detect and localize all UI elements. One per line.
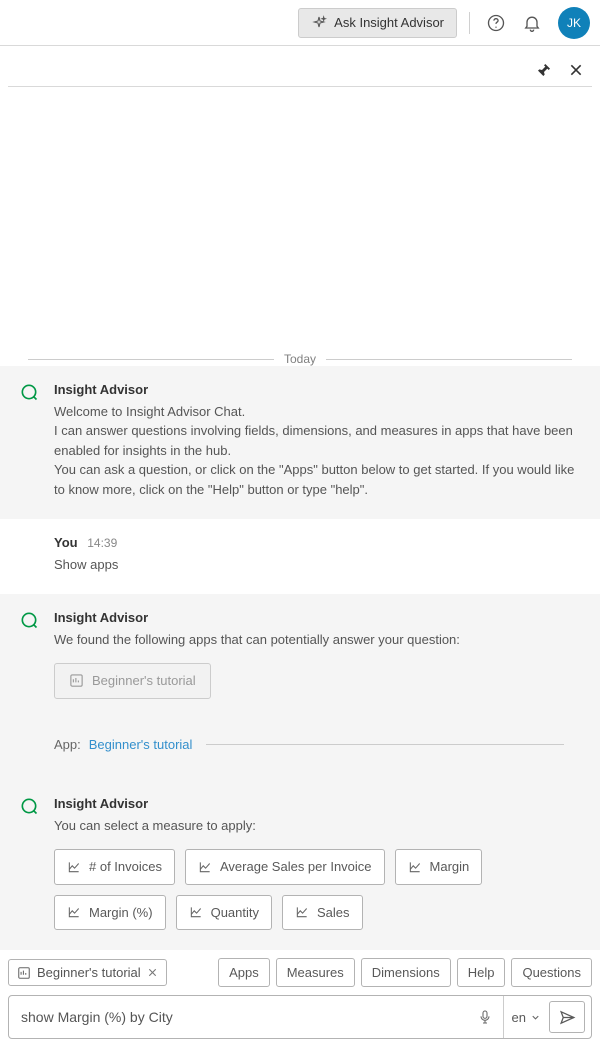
- input-panel: Beginner's tutorial Apps Measures Dimens…: [0, 950, 600, 1047]
- dimensions-button[interactable]: Dimensions: [361, 958, 451, 987]
- measure-icon: [198, 860, 212, 874]
- app-chip-label: Beginner's tutorial: [92, 671, 196, 691]
- app-icon: [17, 966, 31, 980]
- app-context-link[interactable]: Beginner's tutorial: [89, 735, 193, 755]
- measure-chip[interactable]: Margin: [395, 849, 483, 885]
- measure-chip[interactable]: Sales: [282, 895, 363, 931]
- mic-icon: [477, 1009, 493, 1025]
- date-divider: Today: [28, 352, 572, 366]
- send-icon: [559, 1009, 576, 1026]
- message-sender: Insight Advisor: [54, 380, 582, 400]
- chat-scroll[interactable]: Today Insight Advisor Welcome to Insight…: [0, 87, 600, 950]
- ask-insight-advisor-button[interactable]: Ask Insight Advisor: [298, 8, 457, 38]
- chevron-down-icon: [530, 1012, 541, 1023]
- message-line: Welcome to Insight Advisor Chat.: [54, 402, 582, 422]
- language-select[interactable]: en: [503, 996, 549, 1038]
- advisor-message: Insight Advisor You can select a measure…: [0, 784, 600, 950]
- message-sender: You 14:39: [54, 533, 582, 553]
- quick-actions: Apps Measures Dimensions Help Questions: [218, 958, 592, 987]
- measure-icon: [408, 860, 422, 874]
- measure-icon: [189, 905, 203, 919]
- app-chip[interactable]: Beginner's tutorial: [54, 663, 211, 699]
- send-button[interactable]: [549, 1001, 585, 1033]
- measure-label: Average Sales per Invoice: [220, 857, 372, 877]
- advisor-message: Insight Advisor Welcome to Insight Advis…: [0, 366, 600, 519]
- message-sender: Insight Advisor: [54, 794, 582, 814]
- message-line: I can answer questions involving fields,…: [54, 421, 582, 460]
- message-timestamp: 14:39: [87, 536, 117, 550]
- measure-chips: # of Invoices Average Sales per Invoice …: [54, 849, 582, 930]
- close-icon[interactable]: [566, 60, 586, 80]
- measure-chip[interactable]: Quantity: [176, 895, 272, 931]
- measure-icon: [295, 905, 309, 919]
- date-label: Today: [284, 352, 316, 366]
- ask-button-label: Ask Insight Advisor: [334, 15, 444, 30]
- topbar: Ask Insight Advisor JK: [0, 0, 600, 46]
- advisor-avatar-icon: [18, 608, 40, 630]
- measure-label: # of Invoices: [89, 857, 162, 877]
- advisor-avatar-icon: [18, 794, 40, 816]
- avatar[interactable]: JK: [558, 7, 590, 39]
- avatar-initials: JK: [567, 16, 581, 30]
- input-row: en: [8, 995, 592, 1039]
- context-app-chip[interactable]: Beginner's tutorial: [8, 959, 167, 986]
- mic-button[interactable]: [467, 996, 503, 1038]
- remove-context-icon[interactable]: [147, 967, 158, 978]
- measure-icon: [67, 905, 81, 919]
- measure-chip[interactable]: Margin (%): [54, 895, 166, 931]
- message-line: You can ask a question, or click on the …: [54, 460, 582, 499]
- app-context: App: Beginner's tutorial: [54, 735, 564, 755]
- message-line: Show apps: [54, 555, 582, 575]
- chat-input[interactable]: [9, 996, 467, 1038]
- advisor-message: Insight Advisor We found the following a…: [0, 594, 600, 784]
- questions-button[interactable]: Questions: [511, 958, 592, 987]
- message-sender: Insight Advisor: [54, 608, 582, 628]
- message-line: We found the following apps that can pot…: [54, 630, 582, 650]
- pin-icon[interactable]: [534, 60, 554, 80]
- measure-label: Margin (%): [89, 903, 153, 923]
- measure-label: Sales: [317, 903, 350, 923]
- sparkle-icon: [311, 15, 327, 31]
- help-button[interactable]: Help: [457, 958, 506, 987]
- divider: [469, 12, 470, 34]
- language-label: en: [512, 1010, 526, 1025]
- measure-chip[interactable]: # of Invoices: [54, 849, 175, 885]
- measure-chip[interactable]: Average Sales per Invoice: [185, 849, 385, 885]
- measure-label: Quantity: [211, 903, 259, 923]
- measure-icon: [67, 860, 81, 874]
- app-icon: [69, 673, 84, 688]
- panel-header: [0, 46, 600, 86]
- app-context-label: App:: [54, 735, 81, 755]
- message-line: You can select a measure to apply:: [54, 816, 582, 836]
- context-chip-label: Beginner's tutorial: [37, 965, 141, 980]
- advisor-avatar-icon: [18, 380, 40, 402]
- measures-button[interactable]: Measures: [276, 958, 355, 987]
- help-icon[interactable]: [482, 9, 510, 37]
- user-message: You 14:39 Show apps: [0, 519, 600, 594]
- apps-button[interactable]: Apps: [218, 958, 270, 987]
- chat-body: Today Insight Advisor Welcome to Insight…: [0, 87, 600, 1047]
- bell-icon[interactable]: [518, 9, 546, 37]
- measure-label: Margin: [430, 857, 470, 877]
